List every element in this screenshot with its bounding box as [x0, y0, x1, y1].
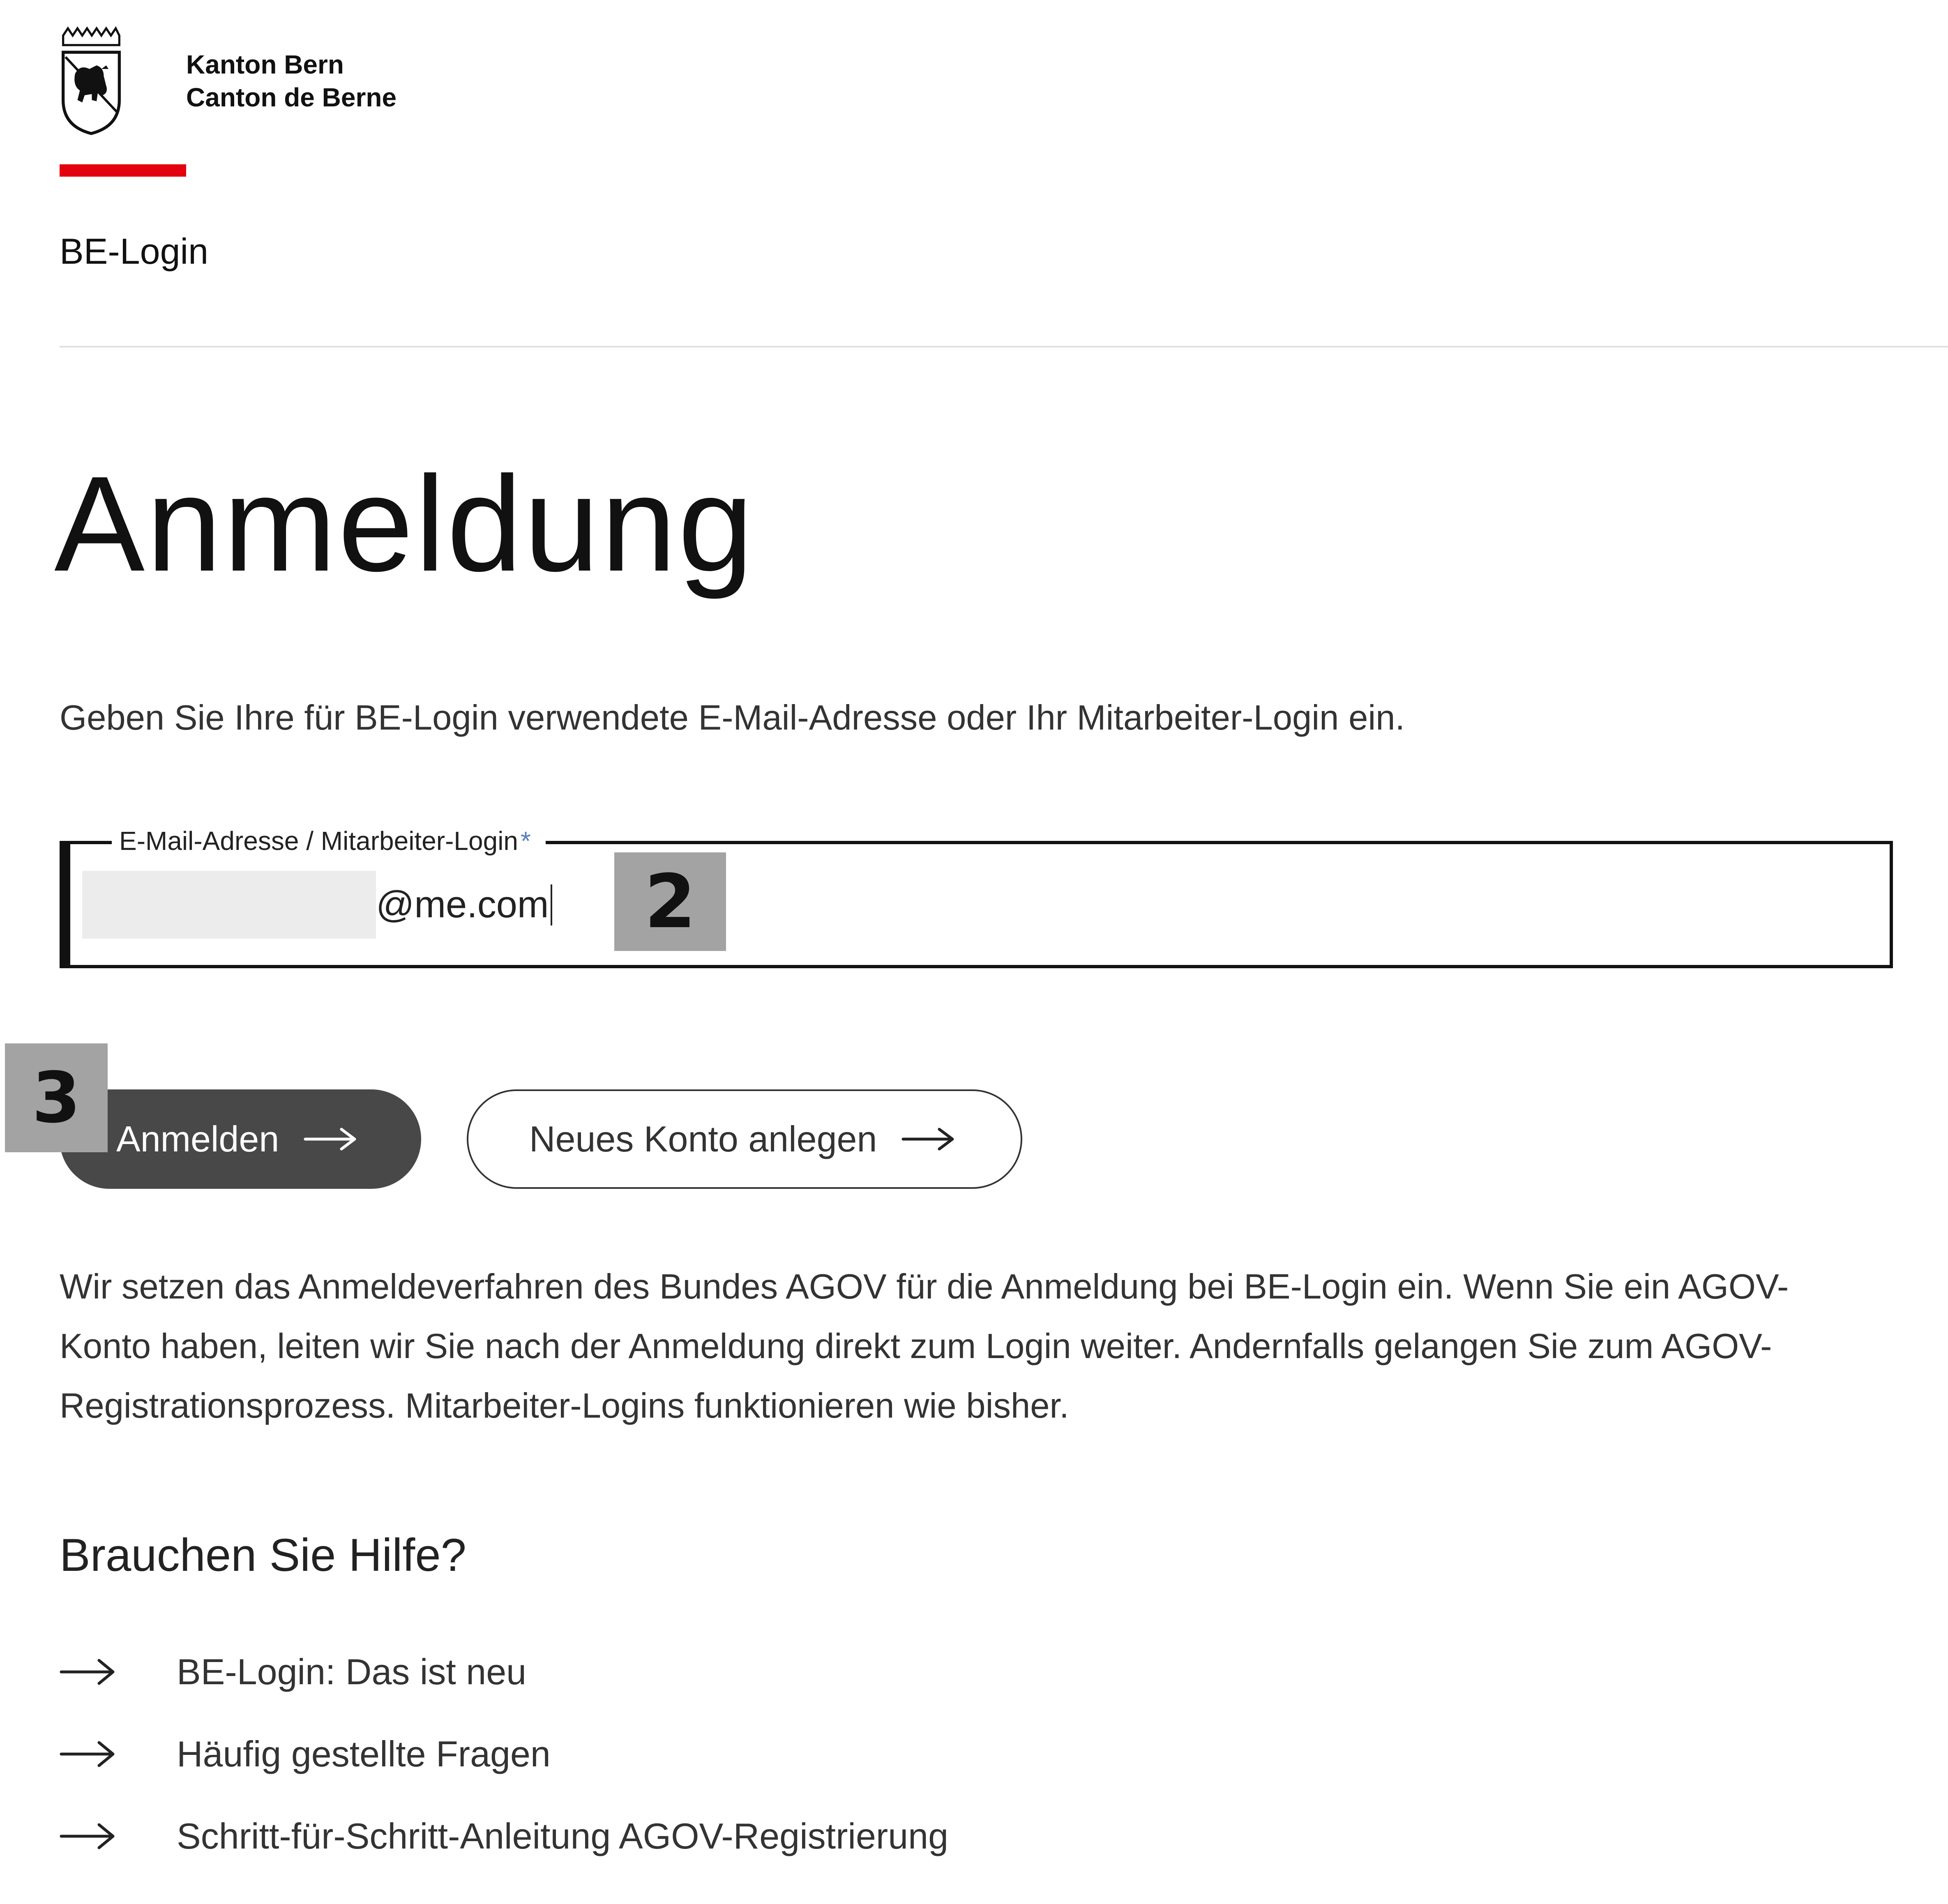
header-divider — [60, 346, 1948, 348]
help-link-whats-new[interactable]: BE-Login: Das ist neu — [60, 1647, 526, 1697]
email-field-value[interactable]: @me.com — [82, 871, 552, 939]
instruction-text: Geben Sie Ihre für BE-Login verwendete E… — [60, 698, 1405, 737]
page-title: Anmeldung — [54, 448, 755, 599]
step-badge-2: 2 — [614, 852, 726, 951]
arrow-right-icon — [304, 1128, 356, 1151]
text-cursor — [550, 884, 552, 926]
app-name[interactable]: BE-Login — [60, 233, 208, 269]
help-link-faq[interactable]: Häufig gestellte Fragen — [60, 1729, 551, 1779]
brand-name-french: Canton de Berne — [186, 83, 397, 112]
arrow-right-icon — [901, 1128, 954, 1151]
arrow-right-icon — [60, 1823, 115, 1849]
login-button[interactable]: Anmelden — [60, 1089, 421, 1189]
step-badge-3: 3 — [5, 1043, 108, 1152]
arrow-right-icon — [60, 1741, 115, 1767]
email-field-value-text: @me.com — [376, 884, 549, 926]
email-field-label: E-Mail-Adresse / Mitarbeiter-Login* — [112, 826, 546, 856]
create-account-button-label: Neues Konto anlegen — [529, 1119, 877, 1159]
brand-name-german: Kanton Bern — [186, 50, 344, 79]
required-marker: * — [521, 826, 531, 856]
help-link-agov-guide[interactable]: Schritt-für-Schritt-Anleitung AGOV-Regis… — [60, 1812, 948, 1861]
help-link-label: Häufig gestellte Fragen — [177, 1734, 551, 1774]
help-heading: Brauchen Sie Hilfe? — [60, 1529, 466, 1581]
help-link-label: BE-Login: Das ist neu — [177, 1651, 527, 1692]
redacted-text — [82, 871, 376, 939]
email-field-label-text: E-Mail-Adresse / Mitarbeiter-Login — [119, 826, 518, 856]
arrow-right-icon — [60, 1659, 115, 1685]
help-link-label: Schritt-für-Schritt-Anleitung AGOV-Regis… — [177, 1816, 949, 1856]
create-account-button[interactable]: Neues Konto anlegen — [467, 1089, 1022, 1189]
brand-accent-bar — [60, 164, 186, 177]
canton-bern-coat-of-arms-logo — [62, 26, 121, 135]
login-button-label: Anmelden — [116, 1119, 279, 1159]
agov-info-text: Wir setzen das Anmeldeverfahren des Bund… — [60, 1267, 1789, 1425]
